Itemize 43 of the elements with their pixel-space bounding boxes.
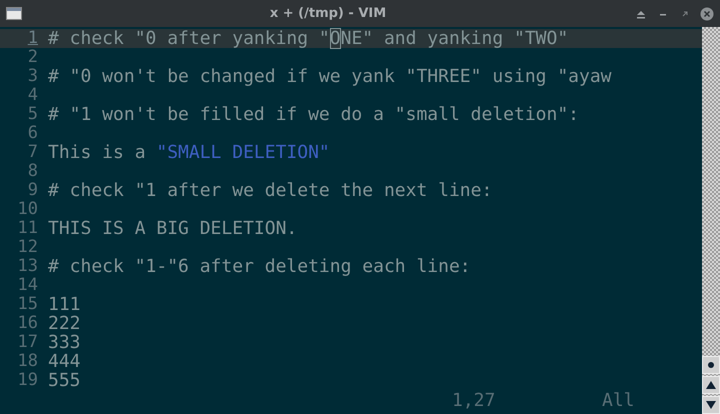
line-number: 11 [16, 219, 39, 238]
code-line: 333 [48, 333, 81, 352]
line-number: 15 [16, 295, 39, 314]
scrollbar[interactable] [702, 27, 720, 414]
scroll-thumb[interactable] [702, 356, 720, 374]
line-number: 10 [16, 200, 39, 219]
scroll-position: All [602, 390, 635, 411]
code-line: # check "1-"6 after deleting each line: [48, 257, 471, 276]
code-line: # "0 won't be changed if we yank "THREE" using "ayaw [48, 67, 612, 86]
line-number: 17 [16, 333, 39, 352]
code-line: # check "1 after we delete the next line: [48, 181, 492, 200]
line-number: 18 [16, 352, 39, 371]
up-arrow-icon [706, 381, 716, 389]
code-line: 222 [48, 314, 81, 333]
down-arrow-icon [706, 401, 716, 409]
code-line: THIS IS A BIG DELETION. [48, 219, 298, 238]
line-number: 19 [16, 371, 39, 390]
code-line: # "1 won't be filled if we do a "small deletion": [48, 105, 580, 124]
scroll-up-button[interactable] [702, 376, 720, 394]
line-number: 5 [26, 105, 39, 124]
code-line: 444 [48, 352, 81, 371]
line-number: 9 [26, 181, 39, 200]
line-number: 12 [16, 238, 39, 257]
line-number: 8 [26, 162, 39, 181]
cursor-position: 1,27 [452, 390, 496, 411]
window-icon [6, 7, 22, 20]
line-number: 1 [26, 29, 39, 48]
line-number: 6 [26, 124, 39, 143]
code-line: 111 [48, 295, 81, 314]
line-number: 7 [26, 143, 39, 162]
window-title: x + (/tmp) - VIM [268, 6, 388, 21]
code-line: # check "0 after yanking "ONE" and yanking "TWO" [48, 29, 568, 48]
code-line: 555 [48, 371, 81, 390]
line-number: 16 [16, 314, 39, 333]
scroll-down-button[interactable] [702, 396, 720, 414]
line-number: 4 [26, 86, 39, 105]
close-icon[interactable] [700, 6, 714, 20]
line-number: 3 [26, 67, 39, 86]
line-number: 14 [16, 276, 39, 295]
line-number: 13 [16, 257, 39, 276]
line-number: 2 [26, 48, 39, 67]
dot-icon [707, 361, 715, 369]
code-line: This is a "SMALL DELETION" [48, 143, 330, 162]
